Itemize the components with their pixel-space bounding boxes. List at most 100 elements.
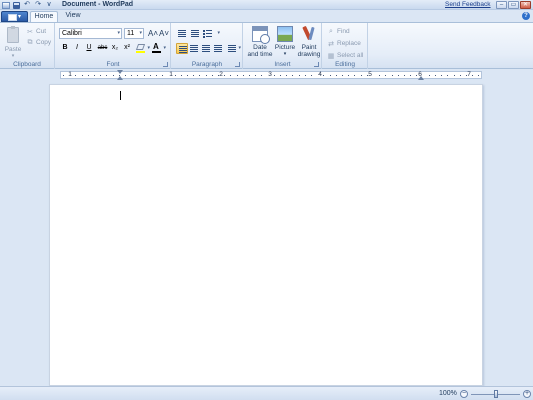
paste-button[interactable]: Paste ▾ (3, 26, 23, 59)
paragraph-dialog-launcher[interactable] (235, 62, 240, 67)
zoom-in-button[interactable]: + (523, 390, 531, 398)
clipboard-icon (7, 26, 19, 43)
save-icon[interactable] (13, 1, 20, 9)
copy-label: Copy (36, 39, 52, 46)
copy-button[interactable]: ⧉ Copy (26, 38, 52, 47)
insert-group: Date and time Picture ▾ Paint drawing In… (244, 23, 322, 69)
document-page[interactable] (49, 84, 483, 386)
scissors-icon: ✂ (27, 28, 33, 36)
app-menu-button[interactable] (1, 11, 28, 22)
ruler-tick (81, 75, 83, 76)
undo-icon[interactable]: ↶ (23, 1, 31, 9)
bullets-button[interactable]: ▾ (202, 28, 220, 39)
ruler-tick (261, 75, 263, 76)
date-time-button[interactable]: Date and time (247, 26, 273, 66)
cut-button[interactable]: ✂ Cut (26, 27, 46, 36)
ruler-tick (323, 75, 325, 76)
font-family-select[interactable]: Calibri ▾ (59, 28, 122, 39)
ruler-tick (329, 75, 331, 76)
title-bar: ↶ ↷ ∨ Document - WordPad Send Feedback –… (0, 0, 533, 10)
redo-icon[interactable]: ↷ (34, 1, 42, 9)
tab-home[interactable]: Home (30, 11, 58, 22)
shrink-font-button[interactable]: A˅ (159, 28, 169, 39)
italic-button[interactable]: I (72, 43, 82, 53)
window-title: Document - WordPad (62, 1, 134, 8)
font-color-button[interactable]: A ▾ (152, 42, 166, 53)
editing-group-label: Editing (335, 61, 355, 68)
ruler-tick (273, 75, 275, 76)
replace-button[interactable]: ⇄ Replace (327, 39, 361, 48)
ruler-tick (75, 75, 77, 76)
picture-label: Picture (274, 44, 296, 51)
underline-button[interactable]: U (84, 43, 94, 53)
strikethrough-button[interactable]: abc (96, 43, 109, 53)
tab-view[interactable]: View (60, 11, 86, 22)
justify-button[interactable] (212, 43, 224, 54)
paint-drawing-button[interactable]: Paint drawing (297, 26, 321, 66)
app-icon[interactable] (2, 1, 10, 9)
clipboard-group-label: Clipboard (13, 61, 41, 68)
decrease-indent-button[interactable] (176, 28, 188, 39)
increase-indent-button[interactable] (189, 28, 201, 39)
ruler-tick (249, 75, 250, 76)
maximize-button[interactable]: ▭ (508, 1, 519, 9)
line-spacing-button[interactable]: ▾ (226, 43, 241, 54)
picture-button[interactable]: Picture ▾ (274, 26, 296, 66)
ruler-tick (162, 75, 164, 76)
close-button[interactable]: ✕ (520, 1, 531, 9)
replace-icon: ⇄ (328, 40, 334, 48)
find-button[interactable]: ⌕ Find (327, 27, 350, 36)
ruler-area: 11234567 (0, 69, 533, 80)
help-icon[interactable]: ? (522, 12, 530, 20)
ruler-number: 1 (68, 71, 72, 78)
customize-qat-icon[interactable]: ∨ (45, 1, 53, 9)
chevron-down-icon: ▾ (139, 30, 142, 36)
first-line-indent-marker[interactable] (117, 70, 123, 74)
select-all-icon: ▦ (327, 52, 335, 60)
grow-font-button[interactable]: A˄ (148, 28, 158, 39)
align-right-button[interactable] (200, 43, 212, 54)
increase-indent-icon (191, 30, 199, 37)
line-spacing-icon (228, 45, 236, 52)
font-group-label: Font (106, 61, 120, 68)
find-label: Find (337, 28, 350, 35)
ruler-tick (125, 75, 126, 76)
ruler-tick (137, 75, 139, 76)
text-caret (120, 91, 121, 100)
ruler-tick (187, 75, 188, 76)
subscript-button[interactable]: x₂ (110, 43, 120, 53)
highlight-color-button[interactable]: ▾ (135, 43, 150, 53)
ruler-tick (242, 75, 244, 76)
superscript-button[interactable]: x² (122, 43, 132, 53)
minimize-button[interactable]: – (496, 1, 507, 9)
ruler[interactable]: 11234567 (60, 70, 482, 80)
send-feedback-link[interactable]: Send Feedback (445, 1, 491, 9)
ruler-tick (466, 75, 467, 76)
ruler-tick (193, 75, 195, 76)
insert-group-label: Insert (274, 61, 291, 68)
decrease-indent-icon (178, 30, 186, 37)
highlighter-icon (135, 44, 146, 50)
select-all-label: Select all (337, 52, 364, 59)
align-center-icon (190, 45, 198, 52)
font-size-select[interactable]: 11 ▾ (124, 28, 144, 39)
align-left-button[interactable] (176, 43, 188, 54)
ruler-tick (379, 75, 381, 76)
ruler-tick (360, 75, 362, 76)
insert-dialog-launcher[interactable] (314, 62, 319, 67)
ruler-tick (459, 75, 461, 76)
font-color-icon: A (153, 42, 159, 51)
paint-brush-icon (301, 26, 317, 42)
zoom-out-button[interactable]: − (460, 390, 468, 398)
bold-button[interactable]: B (60, 43, 70, 53)
zoom-slider-thumb[interactable] (494, 390, 498, 398)
ruler-tick (180, 75, 182, 76)
ruler-tick (311, 75, 312, 76)
ruler-tick (478, 75, 480, 76)
chevron-down-icon: ▾ (283, 51, 287, 57)
copy-icon: ⧉ (27, 38, 33, 46)
select-all-button[interactable]: ▦ Select all (327, 51, 364, 60)
align-center-button[interactable] (188, 43, 200, 54)
ruler-tick (385, 75, 387, 76)
font-dialog-launcher[interactable] (163, 62, 168, 67)
